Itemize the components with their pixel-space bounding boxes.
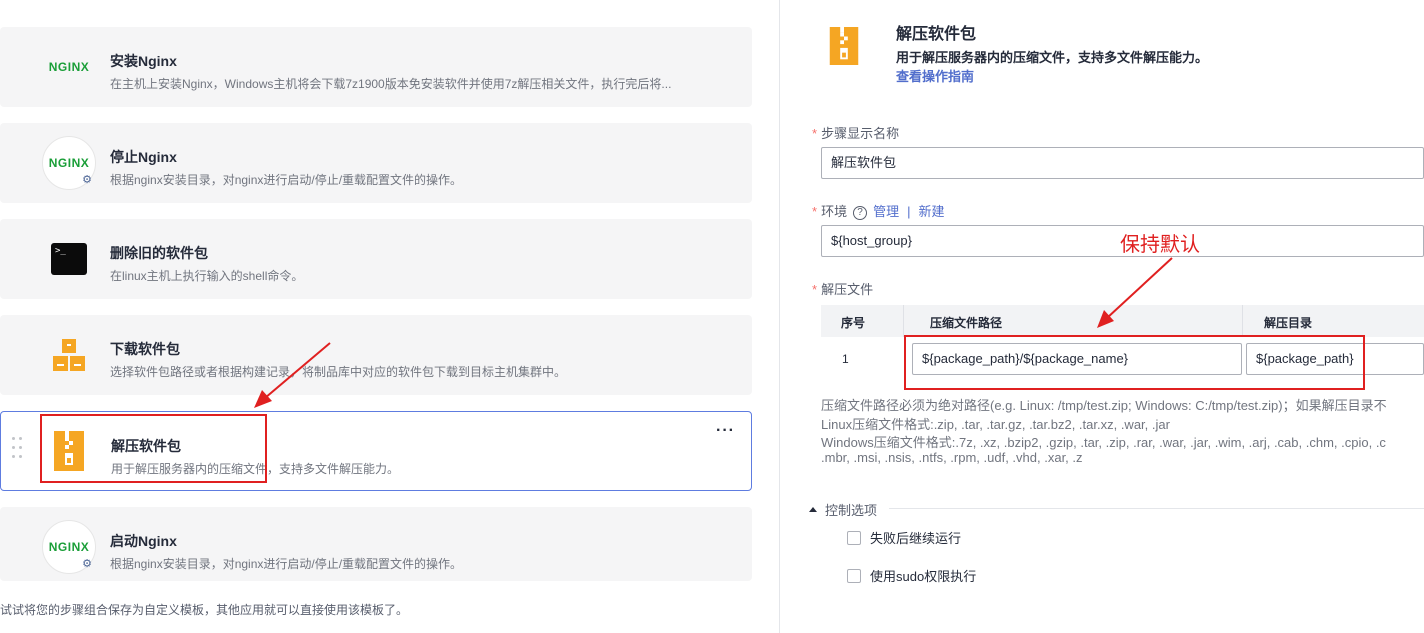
env-manage-link[interactable]: 管理 <box>873 204 899 219</box>
nginx-icon: NGINX ⚙ <box>42 136 96 190</box>
step-title: 安装Nginx <box>110 53 177 69</box>
gear-icon: ⚙ <box>82 558 92 570</box>
step-detail-panel: 解压软件包 用于解压服务器内的压缩文件，支持多文件解压能力。 查看操作指南 * 步… <box>781 0 1424 633</box>
help-icon[interactable]: ? <box>853 205 868 220</box>
step-desc: 根据nginx安装目录，对nginx进行启动/停止/重载配置文件的操作。 <box>110 173 463 187</box>
step-title: 下载软件包 <box>110 341 180 357</box>
col-no: 序号 <box>841 316 866 330</box>
guide-link[interactable]: 查看操作指南 <box>896 66 974 85</box>
terminal-icon: >_ <box>42 232 96 286</box>
step-list: NGINX 安装Nginx 在主机上安装Nginx，Windows主机将会下载7… <box>0 0 780 633</box>
more-options-icon[interactable]: ··· <box>716 422 735 440</box>
step-desc: 在主机上安装Nginx，Windows主机将会下载7z1900版本免安装软件并使… <box>110 77 672 91</box>
step-card-download-package[interactable]: 下载软件包 选择软件包路径或者根据构建记录，将制品库中对应的软件包下载到目标主机… <box>0 315 752 395</box>
checkbox[interactable] <box>847 568 861 583</box>
step-title: 删除旧的软件包 <box>110 245 208 261</box>
step-card-install-nginx[interactable]: NGINX 安装Nginx 在主机上安装Nginx，Windows主机将会下载7… <box>0 27 752 107</box>
env-new-link[interactable]: 新建 <box>918 204 944 219</box>
checkbox[interactable] <box>847 530 861 545</box>
control-options-toggle[interactable]: 控制选项 <box>809 500 877 519</box>
col-path: 压缩文件路径 <box>930 316 1003 330</box>
annotation-box-selected-step <box>40 414 267 483</box>
panel-divider <box>779 0 780 633</box>
windows-format-hint-cont: .mbr, .msi, .nsis, .ntfs, .rpm, .udf, .v… <box>821 450 1083 465</box>
step-desc: 根据nginx安装目录，对nginx进行启动/停止/重载配置文件的操作。 <box>110 557 463 571</box>
step-card-start-nginx[interactable]: NGINX ⚙ 启动Nginx 根据nginx安装目录，对nginx进行启动/停… <box>0 507 752 581</box>
step-desc: 选择软件包路径或者根据构建记录，将制品库中对应的软件包下载到目标主机集群中。 <box>110 365 567 379</box>
path-hint: 压缩文件路径必须为绝对路径(e.g. Linux: /tmp/test.zip;… <box>821 398 1387 413</box>
unzip-table-header: 序号 压缩文件路径 解压目录 <box>821 305 1424 337</box>
env-label: * 环境? 管理 | 新建 <box>812 204 945 220</box>
step-card-stop-nginx[interactable]: NGINX ⚙ 停止Nginx 根据nginx安装目录，对nginx进行启动/停… <box>0 123 752 203</box>
nginx-icon: NGINX <box>48 60 90 74</box>
step-desc: 在linux主机上执行输入的shell命令。 <box>110 269 304 283</box>
unzip-files-label: * 解压文件 <box>812 282 874 297</box>
windows-format-hint: Windows压缩文件格式:.7z, .xz, .bzip2, .gzip, .… <box>821 435 1386 450</box>
caret-up-icon <box>809 507 817 513</box>
section-divider <box>889 508 1424 509</box>
step-card-delete-package[interactable]: >_ 删除旧的软件包 在linux主机上执行输入的shell命令。 <box>0 219 752 299</box>
annotation-box-unzip-inputs <box>904 335 1365 390</box>
panel-title: 解压软件包 <box>896 26 977 43</box>
option-continue-on-fail[interactable]: 失败后继续运行 <box>847 528 961 547</box>
nginx-icon: NGINX ⚙ <box>42 520 96 574</box>
step-name-label: * 步骤显示名称 <box>812 126 900 141</box>
step-title: 停止Nginx <box>110 149 177 165</box>
zip-icon <box>829 27 859 70</box>
step-title: 启动Nginx <box>110 533 177 549</box>
step-name-input[interactable]: 解压软件包 <box>821 147 1424 179</box>
linux-format-hint: Linux压缩文件格式:.zip, .tar, .tar.gz, .tar.bz… <box>821 417 1170 432</box>
boxes-icon <box>42 328 96 382</box>
gear-icon: ⚙ <box>82 174 92 186</box>
option-use-sudo[interactable]: 使用sudo权限执行 <box>847 566 976 585</box>
col-dir: 解压目录 <box>1264 316 1313 330</box>
template-tip: 试试将您的步骤组合保存为自定义模板，其他应用就可以直接使用该模板了。 <box>0 603 409 617</box>
col-separator <box>1242 305 1243 337</box>
annotation-keep-default: 保持默认 <box>1120 234 1200 256</box>
col-separator <box>903 305 904 337</box>
table-row-no: 1 <box>842 352 849 366</box>
panel-desc: 用于解压服务器内的压缩文件，支持多文件解压能力。 <box>896 50 1209 65</box>
drag-handle-icon[interactable] <box>12 437 24 467</box>
